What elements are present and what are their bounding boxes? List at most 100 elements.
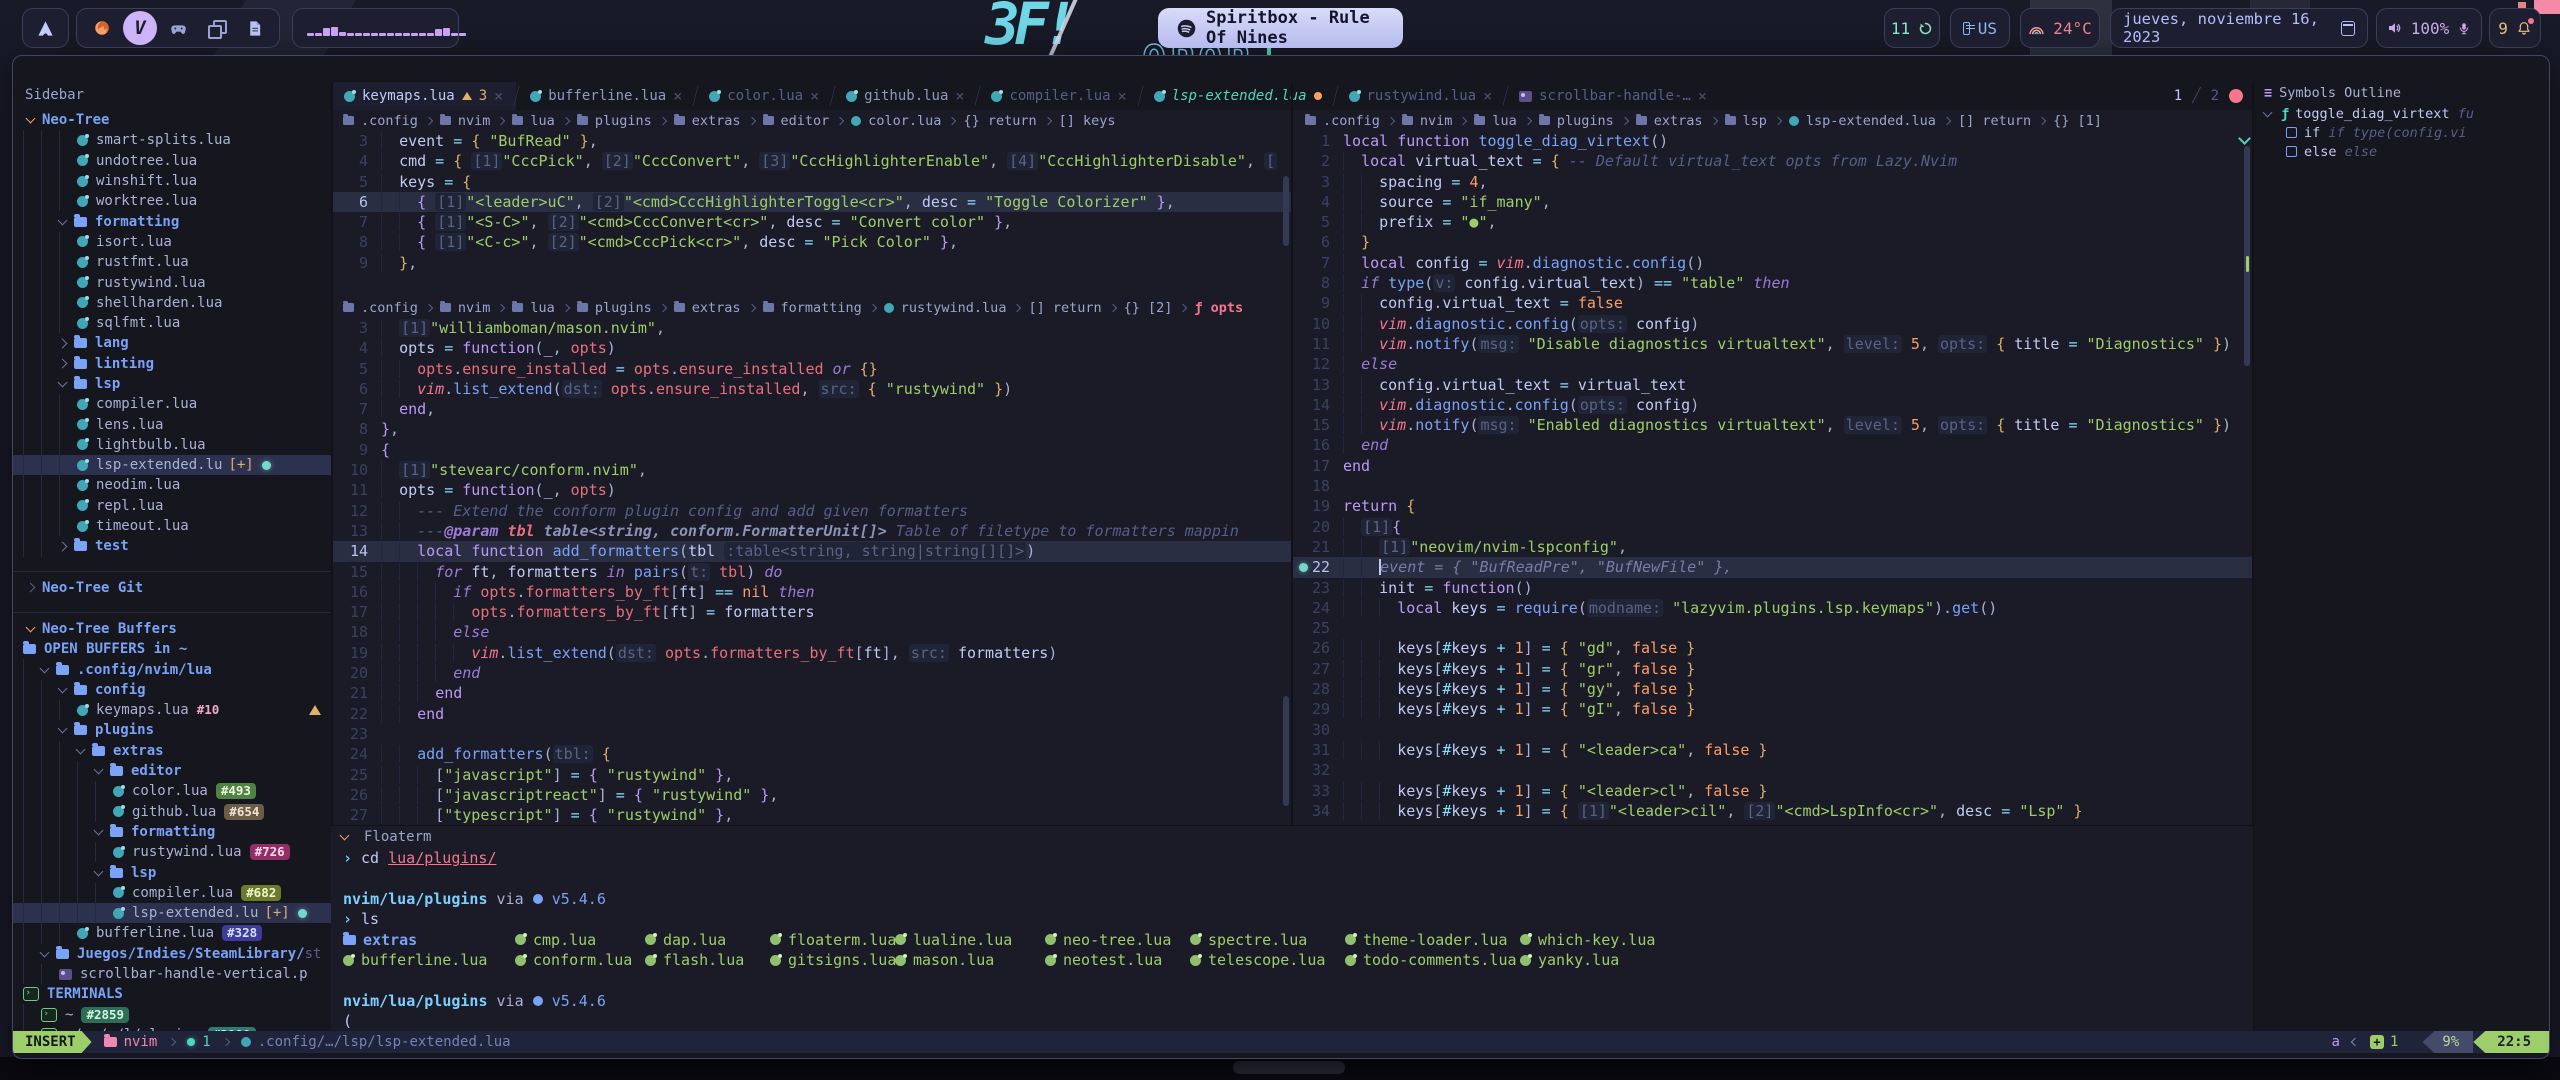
- editor-pane-lsp-extended-lua[interactable]: 1local function toggle_diag_virtext()2 l…: [1293, 131, 2253, 825]
- tab-color-lua[interactable]: color.lua×: [696, 82, 832, 110]
- close-icon[interactable]: ×: [955, 87, 964, 105]
- tree-item[interactable]: repl.lua: [13, 496, 331, 516]
- breadcrumb-item[interactable]: ƒ opts: [1194, 300, 1243, 316]
- tree-item[interactable]: timeout.lua: [13, 516, 331, 536]
- tree-item[interactable]: lsp: [13, 374, 331, 394]
- breadcrumb-item[interactable]: .config: [361, 300, 418, 316]
- breadcrumb-item[interactable]: [] return: [1028, 300, 1101, 316]
- breadcrumb-item[interactable]: .config: [1323, 113, 1380, 129]
- date-widget[interactable]: jueves, noviembre 16, 2023: [2110, 8, 2368, 48]
- outline-item-toggle_diag_virtext[interactable]: ƒtoggle_diag_virtext fu: [2254, 104, 2549, 123]
- tabpage-1[interactable]: 1: [2174, 88, 2182, 104]
- breadcrumb-item[interactable]: extras: [692, 113, 741, 129]
- tree-item[interactable]: plugins: [13, 720, 331, 740]
- terminal-input-line[interactable]: (: [331, 1011, 2253, 1031]
- tree-item[interactable]: color.lua#493: [13, 781, 331, 801]
- breadcrumb-item[interactable]: lsp: [1743, 113, 1767, 129]
- workspace-games[interactable]: [159, 19, 197, 38]
- tree-item[interactable]: editor: [13, 761, 331, 781]
- breadcrumb-item[interactable]: lua: [530, 113, 554, 129]
- tabpage-2[interactable]: 2: [2211, 88, 2219, 104]
- tree-item[interactable]: rustywind.lua: [13, 272, 331, 292]
- breadcrumb-item[interactable]: nvim: [458, 113, 491, 129]
- tab-github-lua[interactable]: github.lua×: [833, 82, 977, 110]
- media-widget[interactable]: Spiritbox - Rule Of Nines: [1158, 8, 1403, 48]
- section-neo-tree-git[interactable]: Neo-Tree Git: [13, 578, 331, 598]
- tree-item[interactable]: compiler.lua: [13, 394, 331, 414]
- breadcrumb-color-lua[interactable]: .confignvimluapluginsextraseditorcolor.l…: [331, 110, 1303, 131]
- tree-item[interactable]: OPEN BUFFERS in ~: [13, 639, 331, 659]
- statusline-cwd[interactable]: nvim: [124, 1034, 158, 1050]
- close-icon[interactable]: ×: [1483, 87, 1492, 105]
- workspace-vim-active[interactable]: V: [121, 11, 159, 45]
- dock-hint[interactable]: [1233, 1061, 1345, 1074]
- launcher-button[interactable]: [22, 8, 69, 48]
- breadcrumb-item[interactable]: [] return: [1958, 113, 2031, 129]
- tree-item[interactable]: extras: [13, 741, 331, 761]
- tree-item[interactable]: lsp-extended.lu[+]: [13, 455, 331, 475]
- tree-item[interactable]: ~#2859: [13, 1004, 331, 1024]
- tree-item[interactable]: bufferline.lua#328: [13, 923, 331, 943]
- workspace-firefox[interactable]: [83, 19, 121, 37]
- breadcrumb-item[interactable]: extras: [1654, 113, 1703, 129]
- breadcrumb-item[interactable]: .config: [361, 113, 418, 129]
- breadcrumb-item[interactable]: lua: [1492, 113, 1516, 129]
- breadcrumb-item[interactable]: nvim: [458, 300, 491, 316]
- tree-item[interactable]: shellharden.lua: [13, 293, 331, 313]
- tree-item[interactable]: sqlfmt.lua: [13, 313, 331, 333]
- breadcrumb-item[interactable]: extras: [692, 300, 741, 316]
- tree-item[interactable]: lang: [13, 333, 331, 353]
- close-icon[interactable]: ×: [494, 87, 503, 105]
- section-neo-tree[interactable]: Neo-Tree: [13, 110, 331, 130]
- breadcrumb-item[interactable]: formatting: [781, 300, 862, 316]
- tab-rustywind-lua[interactable]: rustywind.lua×: [1336, 82, 1506, 110]
- tree-item[interactable]: formatting: [13, 211, 331, 231]
- tree-item[interactable]: rustfmt.lua: [13, 252, 331, 272]
- breadcrumb-item[interactable]: {} [1]: [2053, 113, 2102, 129]
- tree-item[interactable]: config: [13, 680, 331, 700]
- floaterm-panel[interactable]: Floaterm ›cd lua/plugins/ nvim/lua/plugi…: [331, 825, 2253, 1032]
- outline-item-if[interactable]: if if type(config.vi: [2254, 123, 2549, 142]
- close-all-icon[interactable]: [2229, 89, 2243, 103]
- tab-keymaps-lua[interactable]: keymaps.lua3×: [331, 82, 516, 110]
- tree-item[interactable]: lsp-extended.lu[+]: [13, 903, 331, 923]
- breadcrumb-item[interactable]: editor: [781, 113, 830, 129]
- scrollbar-pane-rustywind[interactable]: [1283, 696, 1289, 806]
- tree-item[interactable]: TERMINALS: [13, 984, 331, 1004]
- tab-scrollbar-handle-[interactable]: scrollbar-handle-…×: [1506, 82, 1720, 110]
- tab-compiler-lua[interactable]: compiler.lua×: [978, 82, 1139, 110]
- tree-item[interactable]: rustywind.lua#726: [13, 842, 331, 862]
- breadcrumb-item[interactable]: {} return: [963, 113, 1036, 129]
- tree-item[interactable]: smart-splits.lua: [13, 130, 331, 150]
- tree-item[interactable]: winshift.lua: [13, 171, 331, 191]
- statusline-filepath[interactable]: .config/…/lsp/lsp-extended.lua: [258, 1034, 511, 1050]
- tree-item[interactable]: compiler.lua#682: [13, 883, 331, 903]
- tree-item[interactable]: neodim.lua: [13, 475, 331, 495]
- editor-pane-rustywind-lua[interactable]: 3 [1]"williamboman/mason.nvim",4 opts = …: [331, 318, 1291, 825]
- tree-item[interactable]: worktree.lua: [13, 191, 331, 211]
- editor-pane-color-lua[interactable]: 3 event = { "BufRead" },4 cmd = { [1]"Cc…: [331, 131, 1291, 297]
- breadcrumb-item[interactable]: lua: [530, 300, 554, 316]
- breadcrumb-item[interactable]: nvim: [1420, 113, 1453, 129]
- breadcrumb-lsp-extended[interactable]: .confignvimluapluginsextraslsplsp-extend…: [1293, 110, 2265, 131]
- tree-item[interactable]: formatting: [13, 822, 331, 842]
- tree-item[interactable]: .config/nvim/lua: [13, 659, 331, 679]
- tree-item[interactable]: test: [13, 536, 331, 556]
- breadcrumb-item[interactable]: color.lua: [868, 113, 941, 129]
- section-neo-tree-buffers[interactable]: Neo-Tree Buffers: [13, 619, 331, 639]
- breadcrumb-item[interactable]: {} [2]: [1124, 300, 1173, 316]
- updates-widget[interactable]: 11: [1884, 8, 1940, 48]
- close-icon[interactable]: ×: [810, 87, 819, 105]
- tab-bufferline-lua[interactable]: bufferline.lua×: [517, 82, 695, 110]
- close-icon[interactable]: ×: [1698, 87, 1707, 105]
- close-icon[interactable]: ×: [673, 87, 682, 105]
- breadcrumb-item[interactable]: rustywind.lua: [901, 300, 1007, 316]
- breadcrumb-item[interactable]: plugins: [595, 300, 652, 316]
- tree-item[interactable]: Juegos/Indies/SteamLibrary/st: [13, 944, 331, 964]
- breadcrumb-item[interactable]: lsp-extended.lua: [1806, 113, 1936, 129]
- volume-widget[interactable]: 100%: [2376, 8, 2482, 48]
- scrollbar-pane-color[interactable]: [1283, 176, 1289, 246]
- tree-item[interactable]: undotree.lua: [13, 151, 331, 171]
- tree-item[interactable]: keymaps.lua#10: [13, 700, 331, 720]
- tree-item[interactable]: lsp: [13, 862, 331, 882]
